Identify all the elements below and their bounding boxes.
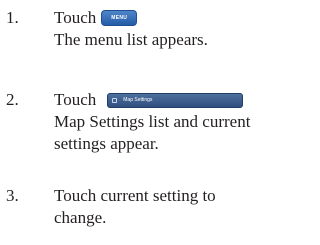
step-body: Touch MENU The menu list appears. — [54, 7, 282, 51]
touch-instruction: Touch MENU — [54, 7, 282, 29]
step-number: 3. — [6, 186, 19, 205]
step-number: 1. — [6, 8, 19, 27]
step-body: Touch Map Settings Map Settings list and… — [54, 89, 282, 155]
map-settings-button-label: Map Settings — [123, 97, 153, 103]
touch-instruction: Touch Map Settings — [54, 89, 282, 111]
map-settings-button-image: Map Settings — [107, 92, 244, 108]
step-description: change. — [54, 208, 107, 227]
step-description: Map Settings list and current — [54, 112, 251, 131]
instruction-document: 1. Touch MENU The menu list appears. 2. … — [0, 0, 287, 245]
touch-label: Touch — [54, 90, 97, 109]
map-icon — [112, 97, 118, 103]
step-body: Touch current setting to change. — [54, 185, 282, 229]
menu-button-image: MENU — [101, 10, 138, 26]
touch-label: Touch — [54, 8, 97, 27]
step-number: 2. — [6, 90, 19, 109]
step-description: Touch current setting to — [54, 186, 216, 205]
step-description: The menu list appears. — [54, 30, 208, 49]
step-description: settings appear. — [54, 134, 159, 153]
